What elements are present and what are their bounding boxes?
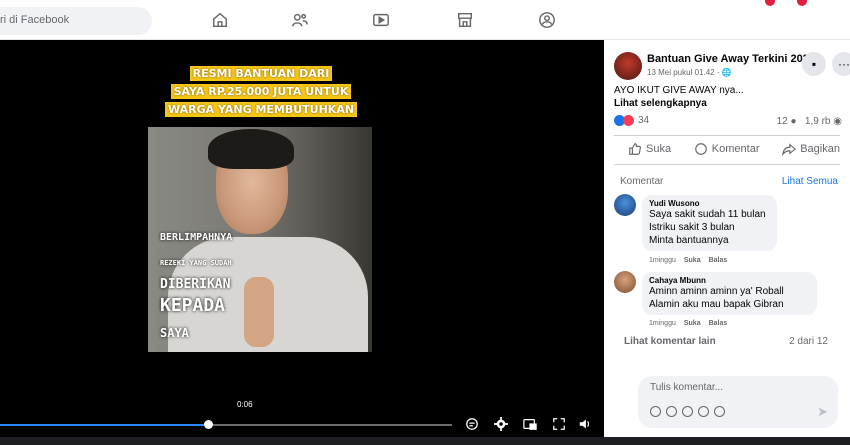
eye-icon: ◉ xyxy=(833,116,842,127)
video-timestamp: 0:06 xyxy=(237,400,253,409)
home-icon[interactable] xyxy=(209,10,231,30)
video-frame: BERLIMPAHNYA REZEKI YANG SUDAH DIBERIKAN… xyxy=(148,127,372,352)
video-progress-bar[interactable] xyxy=(0,424,452,426)
caption-line: RESMI BANTUAN DARI xyxy=(189,66,333,81)
sticker-icon[interactable] xyxy=(714,406,725,417)
post-stats[interactable]: 12 ● 1,9 rb ◉ xyxy=(777,116,842,127)
post-date[interactable]: 13 Mei pukul 01.42 · 🌐 xyxy=(647,68,732,77)
video-player[interactable]: RESMI BANTUAN DARI SAYA RP.25.000 JUTA U… xyxy=(0,40,604,445)
comment-bubble: Cahaya Mbunn Aminn aminn aminn ya' Robal… xyxy=(642,272,817,315)
page-avatar[interactable] xyxy=(614,52,642,80)
camera-icon[interactable] xyxy=(682,406,693,417)
notification-dot xyxy=(765,0,775,6)
progress-fill xyxy=(0,424,208,426)
settings-gear-icon[interactable] xyxy=(493,416,509,432)
progress-knob[interactable] xyxy=(203,420,213,429)
volume-icon[interactable] xyxy=(577,416,593,432)
comment-count: 2 dari 12 xyxy=(789,336,828,347)
page-name[interactable]: Bantuan Give Away Terkini 2025 xyxy=(647,53,815,65)
comment-placeholder: Tulis komentar... xyxy=(650,382,723,393)
post-text: AYO IKUT GIVE AWAY nya... xyxy=(614,85,744,96)
overlay-text: DIBERIKAN xyxy=(160,277,231,292)
comment-meta: 1minggu Suka Balas xyxy=(649,320,727,327)
comment-line: Saya sakit sudah 11 bulan xyxy=(649,209,766,220)
like-label: Suka xyxy=(646,143,672,155)
more-comments-link[interactable]: Lihat komentar lain xyxy=(624,336,716,347)
comments-header: Komentar xyxy=(620,176,664,187)
video-caption: RESMI BANTUAN DARI SAYA RP.25.000 JUTA U… xyxy=(161,64,361,118)
views-count: 1,9 rb xyxy=(804,116,831,127)
composer-icons xyxy=(650,406,725,417)
comment-bubble: Yudi Wusono Saya sakit sudah 11 bulan Is… xyxy=(642,195,777,251)
comment-icon: ● xyxy=(790,116,797,127)
share-label: Bagikan xyxy=(800,143,840,155)
overlay-text: REZEKI YANG SUDAH xyxy=(160,259,232,267)
marketplace-icon[interactable] xyxy=(454,10,476,30)
comment-line: Minta bantuannya xyxy=(649,235,729,246)
people-icon[interactable] xyxy=(289,10,311,30)
comment-button[interactable]: Komentar xyxy=(694,142,760,156)
divider xyxy=(614,135,840,136)
like-button[interactable]: Suka xyxy=(628,142,671,156)
divider xyxy=(614,164,840,165)
avatar[interactable] xyxy=(614,271,636,293)
commenter-name[interactable]: Cahaya Mbunn xyxy=(649,276,810,285)
caption-line: WARGA YANG MEMBUTUHKAN xyxy=(164,102,358,117)
comment-reply-button[interactable]: Balas xyxy=(709,320,728,327)
comment-like-button[interactable]: Suka xyxy=(684,320,701,327)
share-button[interactable]: Bagikan xyxy=(782,142,840,156)
pip-icon[interactable] xyxy=(522,416,538,432)
top-navbar: ri di Facebook xyxy=(0,0,850,40)
gif-icon[interactable] xyxy=(698,406,709,417)
overlay-text: KEPADA xyxy=(160,295,226,316)
bottom-strip xyxy=(0,437,850,445)
person-hair xyxy=(208,129,294,169)
commenter-name[interactable]: Yudi Wusono xyxy=(649,199,770,208)
comments-count: 12 xyxy=(776,116,788,127)
more-options-icon[interactable]: ··· xyxy=(832,52,850,76)
comment-bubble-icon xyxy=(694,143,707,155)
comment-time[interactable]: 1minggu xyxy=(649,320,676,327)
comment-label: Komentar xyxy=(711,143,760,155)
send-icon[interactable]: ➤ xyxy=(817,404,828,420)
comment-line: Istriku sakit 3 bulan xyxy=(649,222,735,233)
comment-meta: 1minggu Suka Balas xyxy=(649,257,727,264)
watch-icon[interactable] xyxy=(370,10,392,30)
person-hands xyxy=(244,277,274,347)
see-all-comments-link[interactable]: Lihat Semua xyxy=(782,176,838,187)
thumbs-up-icon xyxy=(629,143,641,155)
captions-icon[interactable] xyxy=(464,416,480,432)
see-more-link[interactable]: Lihat selengkapnya xyxy=(614,98,707,109)
comment-line: Aminn aminn aminn ya' Roball xyxy=(649,286,784,297)
search-input[interactable]: ri di Facebook xyxy=(0,7,152,35)
reaction-count: 34 xyxy=(638,115,650,126)
comment-like-button[interactable]: Suka xyxy=(684,257,701,264)
overlay-text: BERLIMPAHNYA xyxy=(160,232,233,243)
reaction-summary[interactable]: 34 xyxy=(614,115,649,126)
share-arrow-icon xyxy=(782,143,797,156)
love-reaction-icon xyxy=(623,115,634,126)
comment-reply-button[interactable]: Balas xyxy=(709,257,728,264)
fullscreen-icon[interactable] xyxy=(551,416,567,432)
caption-line: SAYA RP.25.000 JUTA UNTUK xyxy=(170,84,352,99)
comment-composer[interactable]: Tulis komentar... ➤ xyxy=(638,376,838,428)
post-actions: Suka Komentar Bagikan xyxy=(614,142,840,156)
avatar-sticker-icon[interactable] xyxy=(650,406,661,417)
comment-time[interactable]: 1minggu xyxy=(649,257,676,264)
post-panel: Bantuan Give Away Terkini 2025 13 Mei pu… xyxy=(604,40,850,437)
groups-icon[interactable] xyxy=(536,10,558,30)
save-icon[interactable]: ▪ xyxy=(802,52,826,76)
avatar[interactable] xyxy=(614,194,636,216)
comment-line: Alamin aku mau bapak Gibran xyxy=(649,299,784,310)
emoji-icon[interactable] xyxy=(666,406,677,417)
overlay-text: SAYA xyxy=(160,326,189,340)
notification-dot xyxy=(797,0,807,6)
search-placeholder: ri di Facebook xyxy=(0,14,70,26)
